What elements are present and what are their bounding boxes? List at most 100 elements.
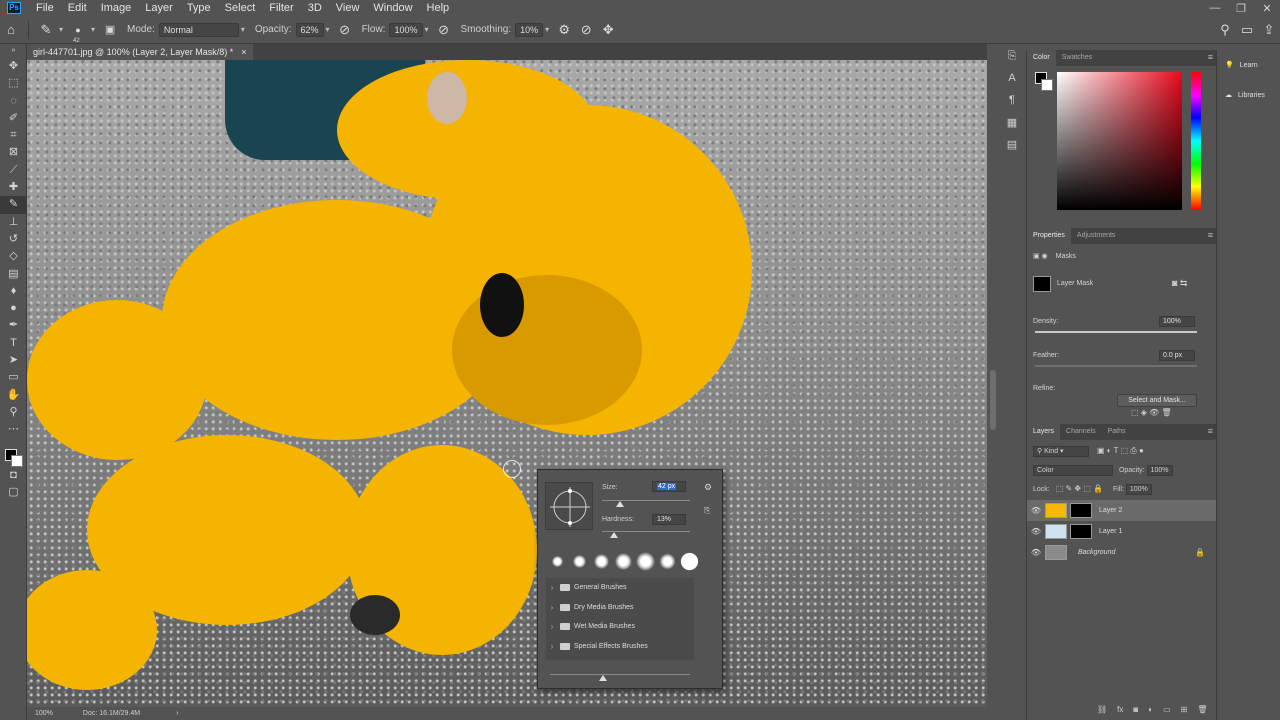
- zoom-tool-icon[interactable]: ⚲: [0, 404, 27, 421]
- chevron-down-icon[interactable]: ▾: [425, 25, 429, 34]
- link-layers-icon[interactable]: ⛓: [1097, 705, 1107, 714]
- crop-tool-icon[interactable]: ⌗: [0, 127, 27, 144]
- brush-tip[interactable]: [572, 554, 587, 568]
- status-menu-arrow[interactable]: ›: [176, 710, 178, 717]
- screen-mode-icon[interactable]: ▢: [0, 484, 27, 501]
- brush-size-picker[interactable]: ● 42: [67, 25, 89, 44]
- mode-select[interactable]: Normal: [158, 22, 239, 37]
- visibility-eye-icon[interactable]: 👁: [1027, 527, 1045, 536]
- pressure-size-icon[interactable]: ⊘: [575, 22, 597, 38]
- brush-folder-row[interactable]: › Dry Media Brushes: [546, 598, 694, 618]
- brush-tip[interactable]: [659, 552, 676, 570]
- chevron-down-icon[interactable]: ▾: [241, 25, 245, 34]
- layer-name[interactable]: Background: [1078, 549, 1115, 556]
- hue-slider[interactable]: [1191, 72, 1201, 210]
- feather-slider[interactable]: [1035, 365, 1197, 367]
- brush-tool-preset-icon[interactable]: ✎: [35, 22, 57, 38]
- filter-icons[interactable]: ▣ ◐ T ⬚ ⎙ ●: [1097, 446, 1144, 455]
- adjustment-layer-icon[interactable]: ◐: [1148, 705, 1153, 714]
- tab-paths[interactable]: Paths: [1102, 424, 1132, 440]
- filter-kind-select[interactable]: Kind: [1044, 448, 1058, 455]
- size-slider-knob[interactable]: [616, 501, 624, 507]
- chevron-down-icon[interactable]: ▾: [91, 25, 95, 34]
- eyedropper-tool-icon[interactable]: ⟋: [0, 162, 27, 179]
- airbrush-icon[interactable]: ⊘: [433, 22, 455, 38]
- hardness-slider-knob[interactable]: [610, 532, 618, 538]
- density-slider[interactable]: [1035, 331, 1197, 333]
- trash-icon[interactable]: 🗑: [1197, 705, 1207, 714]
- chevron-down-icon[interactable]: ▾: [59, 25, 63, 34]
- color-swatches[interactable]: [0, 439, 27, 467]
- gradient-tool-icon[interactable]: ▤: [0, 266, 27, 283]
- menu-edit[interactable]: Edit: [61, 0, 94, 16]
- zoom-level[interactable]: 100%: [35, 710, 53, 717]
- blend-mode-select[interactable]: Color: [1033, 465, 1113, 476]
- brush-tip[interactable]: [551, 555, 564, 567]
- close-tab-icon[interactable]: ×: [241, 44, 246, 60]
- notes-panel-icon[interactable]: ▤: [1002, 138, 1022, 160]
- frame-tool-icon[interactable]: ⊠: [0, 144, 27, 161]
- menu-image[interactable]: Image: [94, 0, 139, 16]
- lock-icons[interactable]: ⬚ ✎ ✥ ⬚ 🔒: [1056, 484, 1103, 493]
- quick-select-tool-icon[interactable]: ✐: [0, 110, 27, 127]
- layer-row[interactable]: 👁 Background 🔒: [1027, 542, 1217, 563]
- chevron-down-icon[interactable]: ▾: [545, 25, 549, 34]
- collapse-toolbar-icon[interactable]: »: [0, 44, 27, 58]
- brush-folder-row[interactable]: › Wet Media Brushes: [546, 617, 694, 637]
- brush-tip[interactable]: [636, 551, 655, 571]
- panel-menu-icon[interactable]: ≡: [1208, 230, 1213, 240]
- tab-color[interactable]: Color: [1027, 50, 1056, 66]
- pen-tool-icon[interactable]: ✒: [0, 317, 27, 334]
- chevron-down-icon[interactable]: ▾: [326, 25, 330, 34]
- color-picker-field[interactable]: [1057, 72, 1182, 210]
- color-chips[interactable]: [1035, 72, 1055, 94]
- new-preset-icon[interactable]: ⎘: [704, 506, 710, 516]
- vertical-scrollbar[interactable]: [990, 370, 996, 430]
- gear-icon[interactable]: ⚙: [553, 22, 575, 38]
- size-field[interactable]: 42 px: [652, 481, 686, 492]
- restore-button[interactable]: ❐: [1228, 2, 1254, 15]
- menu-type[interactable]: Type: [180, 0, 218, 16]
- opacity-field[interactable]: 62%: [295, 22, 324, 37]
- panel-menu-icon[interactable]: ≡: [1208, 426, 1213, 436]
- layer-opacity-field[interactable]: 100%: [1146, 465, 1173, 476]
- tab-swatches[interactable]: Swatches: [1056, 50, 1098, 66]
- document-canvas[interactable]: [27, 60, 987, 707]
- menu-filter[interactable]: Filter: [262, 0, 300, 16]
- tab-properties[interactable]: Properties: [1027, 228, 1071, 244]
- brush-tip[interactable]: [614, 552, 633, 570]
- history-brush-tool-icon[interactable]: ↺: [0, 231, 27, 248]
- dodge-tool-icon[interactable]: ●: [0, 300, 27, 317]
- history-panel-icon[interactable]: ⎘: [1002, 50, 1022, 72]
- mask-action-icons[interactable]: ⬚ ◈ 👁 🗑: [1131, 408, 1172, 417]
- chevron-right-icon[interactable]: ›: [546, 583, 558, 592]
- background-color-chip[interactable]: [1041, 79, 1053, 91]
- learn-nav-item[interactable]: 💡 Learn: [1217, 50, 1280, 80]
- close-window-button[interactable]: ✕: [1254, 2, 1280, 15]
- layer-row[interactable]: 👁 Layer 2: [1027, 500, 1217, 521]
- paragraph-panel-icon[interactable]: ¶: [1002, 94, 1022, 116]
- healing-brush-tool-icon[interactable]: ✚: [0, 179, 27, 196]
- document-tab[interactable]: girl-447701.jpg @ 100% (Layer 2, Layer M…: [27, 44, 253, 60]
- home-icon[interactable]: ⌂: [0, 22, 22, 37]
- layer-name[interactable]: Layer 1: [1099, 528, 1122, 535]
- fx-icon[interactable]: fx: [1117, 705, 1123, 714]
- layer-name[interactable]: Layer 2: [1099, 507, 1122, 514]
- feather-field[interactable]: 0.0 px: [1159, 350, 1195, 361]
- brush-settings-panel-icon[interactable]: ▣: [99, 23, 121, 36]
- select-and-mask-button[interactable]: Select and Mask...: [1117, 394, 1197, 407]
- mask-options-icons[interactable]: ◙ ⇆: [1172, 278, 1187, 289]
- visibility-eye-icon[interactable]: 👁: [1027, 506, 1045, 515]
- menu-view[interactable]: View: [329, 0, 367, 16]
- preview-size-knob[interactable]: [599, 675, 607, 681]
- background-color-swatch[interactable]: [11, 454, 23, 467]
- glyphs-panel-icon[interactable]: ▦: [1002, 116, 1022, 138]
- rectangle-tool-icon[interactable]: ▭: [0, 369, 27, 386]
- brush-tool-icon[interactable]: ✎: [0, 196, 27, 214]
- fill-field[interactable]: 100%: [1125, 484, 1152, 495]
- menu-layer[interactable]: Layer: [138, 0, 180, 16]
- tab-channels[interactable]: Channels: [1060, 424, 1102, 440]
- minimize-button[interactable]: —: [1202, 2, 1228, 15]
- more-tools-icon[interactable]: ⋯: [0, 421, 27, 438]
- flow-field[interactable]: 100%: [389, 22, 423, 37]
